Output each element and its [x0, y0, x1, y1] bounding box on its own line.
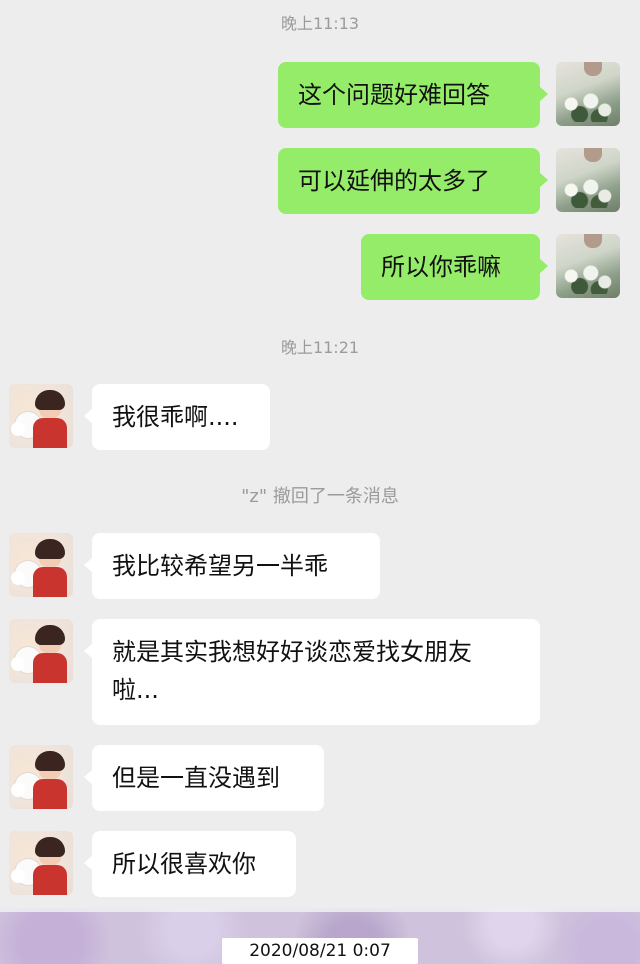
message-bubble-outgoing[interactable]: 所以你乖嘛	[361, 234, 548, 300]
my-avatar[interactable]	[556, 148, 620, 212]
contact-avatar[interactable]	[9, 831, 73, 895]
message-bubble-incoming[interactable]: 我很乖啊....	[84, 384, 270, 450]
divider	[0, 908, 640, 912]
my-avatar[interactable]	[556, 62, 620, 126]
date-stamp: 2020/08/21 0:07	[222, 938, 418, 964]
timestamp-divider: 晚上11:13	[280, 14, 360, 33]
message-bubble-outgoing[interactable]: 可以延伸的太多了	[278, 148, 548, 214]
message-text: 我很乖啊....	[112, 403, 239, 431]
message-bubble-incoming[interactable]: 但是一直没遇到	[84, 745, 324, 811]
footer-strip: 2020/08/21 0:07	[0, 908, 640, 964]
my-avatar[interactable]	[556, 234, 620, 298]
message-text-line: 啦...	[112, 676, 159, 704]
timestamp-divider: 晚上11:21	[280, 338, 360, 357]
contact-avatar[interactable]	[9, 745, 73, 809]
message-text: 可以延伸的太多了	[298, 167, 490, 195]
message-text: 所以你乖嘛	[381, 253, 501, 281]
message-text: 我比较希望另一半乖	[112, 552, 328, 580]
message-bubble-incoming[interactable]: 我比较希望另一半乖	[84, 533, 380, 599]
message-bubble-outgoing[interactable]: 这个问题好难回答	[278, 62, 548, 128]
message-text: 这个问题好难回答	[298, 81, 490, 109]
contact-avatar[interactable]	[9, 533, 73, 597]
contact-avatar[interactable]	[9, 619, 73, 683]
message-text: 所以很喜欢你	[112, 850, 256, 878]
recall-notice: "z" 撤回了一条消息	[241, 486, 399, 507]
contact-avatar[interactable]	[9, 384, 73, 448]
message-text-line: 就是其实我想好好谈恋爱找女朋友	[112, 638, 472, 666]
message-bubble-incoming[interactable]: 就是其实我想好好谈恋爱找女朋友 啦...	[84, 619, 540, 725]
message-text: 但是一直没遇到	[112, 764, 280, 792]
chat-area[interactable]: 晚上11:13 这个问题好难回答 可以延伸的太多了 所以你乖嘛 晚上11:21 …	[0, 0, 640, 908]
message-bubble-incoming[interactable]: 所以很喜欢你	[84, 831, 296, 897]
